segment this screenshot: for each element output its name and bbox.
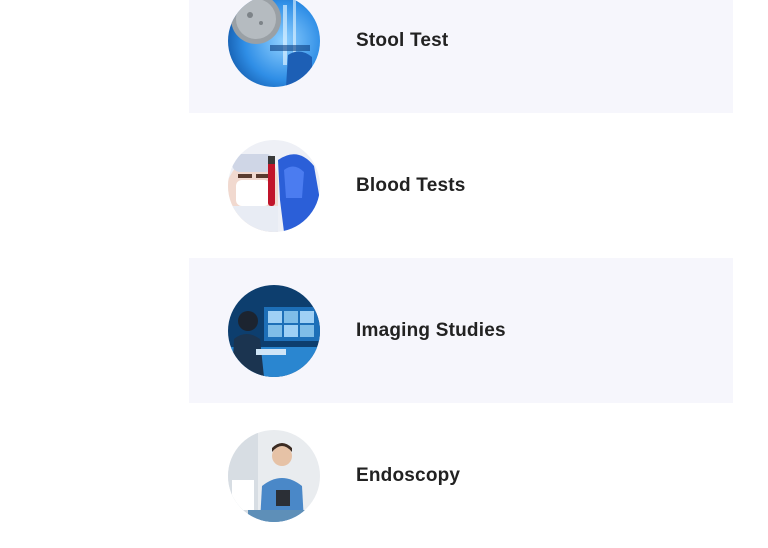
doctor-endoscopy-photo: [228, 429, 320, 522]
list-item-label: Blood Tests: [356, 174, 466, 196]
list-item-label: Stool Test: [356, 29, 449, 51]
blood-sample-photo: [228, 139, 320, 232]
list-item-stool-test[interactable]: Stool Test: [189, 0, 733, 113]
radiology-workstation-photo: [228, 284, 320, 377]
list-item-label: Endoscopy: [356, 464, 461, 486]
lab-technician-photo: [228, 0, 320, 87]
test-list: Stool Test Blood Tests Imaging Studies E…: [189, 0, 733, 548]
list-item-endoscopy[interactable]: Endoscopy: [189, 403, 733, 548]
list-item-label: Imaging Studies: [356, 319, 506, 341]
list-item-blood-tests[interactable]: Blood Tests: [189, 113, 733, 258]
list-item-imaging-studies[interactable]: Imaging Studies: [189, 258, 733, 403]
